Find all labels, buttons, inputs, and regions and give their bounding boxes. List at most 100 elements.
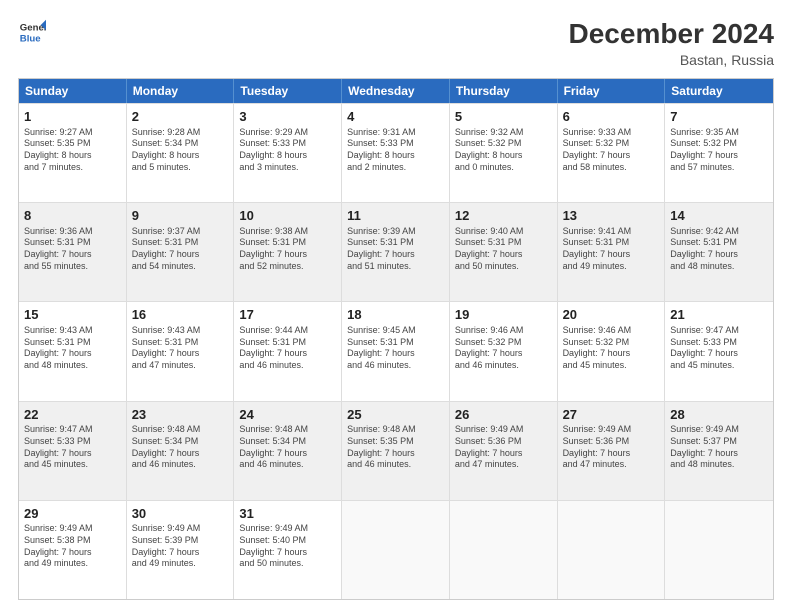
day-number: 10: [239, 207, 336, 225]
calendar-cell: [665, 501, 773, 599]
cell-details: Sunrise: 9:37 AMSunset: 5:31 PMDaylight:…: [132, 226, 229, 273]
calendar-cell: [450, 501, 558, 599]
cell-details: Sunrise: 9:48 AMSunset: 5:34 PMDaylight:…: [239, 424, 336, 471]
svg-text:Blue: Blue: [20, 34, 41, 45]
calendar-cell: 18Sunrise: 9:45 AMSunset: 5:31 PMDayligh…: [342, 302, 450, 400]
day-number: 19: [455, 306, 552, 324]
cell-details: Sunrise: 9:43 AMSunset: 5:31 PMDaylight:…: [24, 325, 121, 372]
calendar-cell: 7Sunrise: 9:35 AMSunset: 5:32 PMDaylight…: [665, 104, 773, 202]
day-number: 5: [455, 108, 552, 126]
day-number: 16: [132, 306, 229, 324]
cell-details: Sunrise: 9:49 AMSunset: 5:39 PMDaylight:…: [132, 523, 229, 570]
day-number: 8: [24, 207, 121, 225]
calendar-cell: 8Sunrise: 9:36 AMSunset: 5:31 PMDaylight…: [19, 203, 127, 301]
day-number: 21: [670, 306, 768, 324]
day-number: 1: [24, 108, 121, 126]
calendar-cell: 21Sunrise: 9:47 AMSunset: 5:33 PMDayligh…: [665, 302, 773, 400]
cell-details: Sunrise: 9:48 AMSunset: 5:34 PMDaylight:…: [132, 424, 229, 471]
cell-details: Sunrise: 9:48 AMSunset: 5:35 PMDaylight:…: [347, 424, 444, 471]
day-number: 31: [239, 505, 336, 523]
calendar-row: 15Sunrise: 9:43 AMSunset: 5:31 PMDayligh…: [19, 301, 773, 400]
calendar: SundayMondayTuesdayWednesdayThursdayFrid…: [18, 78, 774, 600]
weekday-header: Tuesday: [234, 79, 342, 103]
day-number: 25: [347, 406, 444, 424]
calendar-cell: 23Sunrise: 9:48 AMSunset: 5:34 PMDayligh…: [127, 402, 235, 500]
calendar-cell: 6Sunrise: 9:33 AMSunset: 5:32 PMDaylight…: [558, 104, 666, 202]
day-number: 29: [24, 505, 121, 523]
cell-details: Sunrise: 9:38 AMSunset: 5:31 PMDaylight:…: [239, 226, 336, 273]
calendar-cell: 2Sunrise: 9:28 AMSunset: 5:34 PMDaylight…: [127, 104, 235, 202]
title-block: December 2024 Bastan, Russia: [569, 18, 774, 68]
day-number: 26: [455, 406, 552, 424]
cell-details: Sunrise: 9:42 AMSunset: 5:31 PMDaylight:…: [670, 226, 768, 273]
calendar-cell: 11Sunrise: 9:39 AMSunset: 5:31 PMDayligh…: [342, 203, 450, 301]
calendar-header: SundayMondayTuesdayWednesdayThursdayFrid…: [19, 79, 773, 103]
calendar-cell: 17Sunrise: 9:44 AMSunset: 5:31 PMDayligh…: [234, 302, 342, 400]
cell-details: Sunrise: 9:43 AMSunset: 5:31 PMDaylight:…: [132, 325, 229, 372]
day-number: 24: [239, 406, 336, 424]
calendar-cell: 19Sunrise: 9:46 AMSunset: 5:32 PMDayligh…: [450, 302, 558, 400]
cell-details: Sunrise: 9:46 AMSunset: 5:32 PMDaylight:…: [455, 325, 552, 372]
calendar-cell: 5Sunrise: 9:32 AMSunset: 5:32 PMDaylight…: [450, 104, 558, 202]
calendar-cell: 14Sunrise: 9:42 AMSunset: 5:31 PMDayligh…: [665, 203, 773, 301]
weekday-header: Sunday: [19, 79, 127, 103]
cell-details: Sunrise: 9:49 AMSunset: 5:36 PMDaylight:…: [455, 424, 552, 471]
cell-details: Sunrise: 9:41 AMSunset: 5:31 PMDaylight:…: [563, 226, 660, 273]
calendar-cell: 20Sunrise: 9:46 AMSunset: 5:32 PMDayligh…: [558, 302, 666, 400]
weekday-header: Friday: [558, 79, 666, 103]
calendar-cell: 28Sunrise: 9:49 AMSunset: 5:37 PMDayligh…: [665, 402, 773, 500]
day-number: 20: [563, 306, 660, 324]
calendar-cell: 9Sunrise: 9:37 AMSunset: 5:31 PMDaylight…: [127, 203, 235, 301]
cell-details: Sunrise: 9:32 AMSunset: 5:32 PMDaylight:…: [455, 127, 552, 174]
cell-details: Sunrise: 9:28 AMSunset: 5:34 PMDaylight:…: [132, 127, 229, 174]
cell-details: Sunrise: 9:44 AMSunset: 5:31 PMDaylight:…: [239, 325, 336, 372]
day-number: 22: [24, 406, 121, 424]
day-number: 18: [347, 306, 444, 324]
calendar-row: 22Sunrise: 9:47 AMSunset: 5:33 PMDayligh…: [19, 401, 773, 500]
day-number: 27: [563, 406, 660, 424]
cell-details: Sunrise: 9:29 AMSunset: 5:33 PMDaylight:…: [239, 127, 336, 174]
calendar-cell: 15Sunrise: 9:43 AMSunset: 5:31 PMDayligh…: [19, 302, 127, 400]
cell-details: Sunrise: 9:49 AMSunset: 5:37 PMDaylight:…: [670, 424, 768, 471]
cell-details: Sunrise: 9:49 AMSunset: 5:36 PMDaylight:…: [563, 424, 660, 471]
day-number: 2: [132, 108, 229, 126]
calendar-cell: [558, 501, 666, 599]
day-number: 11: [347, 207, 444, 225]
cell-details: Sunrise: 9:31 AMSunset: 5:33 PMDaylight:…: [347, 127, 444, 174]
cell-details: Sunrise: 9:27 AMSunset: 5:35 PMDaylight:…: [24, 127, 121, 174]
cell-details: Sunrise: 9:33 AMSunset: 5:32 PMDaylight:…: [563, 127, 660, 174]
calendar-cell: 12Sunrise: 9:40 AMSunset: 5:31 PMDayligh…: [450, 203, 558, 301]
cell-details: Sunrise: 9:47 AMSunset: 5:33 PMDaylight:…: [24, 424, 121, 471]
cell-details: Sunrise: 9:35 AMSunset: 5:32 PMDaylight:…: [670, 127, 768, 174]
calendar-cell: 27Sunrise: 9:49 AMSunset: 5:36 PMDayligh…: [558, 402, 666, 500]
day-number: 3: [239, 108, 336, 126]
calendar-cell: 31Sunrise: 9:49 AMSunset: 5:40 PMDayligh…: [234, 501, 342, 599]
day-number: 23: [132, 406, 229, 424]
calendar-cell: 26Sunrise: 9:49 AMSunset: 5:36 PMDayligh…: [450, 402, 558, 500]
header: General Blue December 2024 Bastan, Russi…: [18, 18, 774, 68]
cell-details: Sunrise: 9:49 AMSunset: 5:40 PMDaylight:…: [239, 523, 336, 570]
calendar-cell: 13Sunrise: 9:41 AMSunset: 5:31 PMDayligh…: [558, 203, 666, 301]
weekday-header: Wednesday: [342, 79, 450, 103]
weekday-header: Thursday: [450, 79, 558, 103]
calendar-cell: 22Sunrise: 9:47 AMSunset: 5:33 PMDayligh…: [19, 402, 127, 500]
cell-details: Sunrise: 9:36 AMSunset: 5:31 PMDaylight:…: [24, 226, 121, 273]
calendar-cell: 4Sunrise: 9:31 AMSunset: 5:33 PMDaylight…: [342, 104, 450, 202]
logo: General Blue: [18, 18, 46, 46]
day-number: 28: [670, 406, 768, 424]
day-number: 13: [563, 207, 660, 225]
cell-details: Sunrise: 9:40 AMSunset: 5:31 PMDaylight:…: [455, 226, 552, 273]
calendar-cell: [342, 501, 450, 599]
location: Bastan, Russia: [569, 52, 774, 68]
cell-details: Sunrise: 9:46 AMSunset: 5:32 PMDaylight:…: [563, 325, 660, 372]
calendar-row: 29Sunrise: 9:49 AMSunset: 5:38 PMDayligh…: [19, 500, 773, 599]
page: General Blue December 2024 Bastan, Russi…: [0, 0, 792, 612]
calendar-body: 1Sunrise: 9:27 AMSunset: 5:35 PMDaylight…: [19, 103, 773, 599]
calendar-cell: 1Sunrise: 9:27 AMSunset: 5:35 PMDaylight…: [19, 104, 127, 202]
calendar-cell: 24Sunrise: 9:48 AMSunset: 5:34 PMDayligh…: [234, 402, 342, 500]
calendar-cell: 10Sunrise: 9:38 AMSunset: 5:31 PMDayligh…: [234, 203, 342, 301]
calendar-cell: 16Sunrise: 9:43 AMSunset: 5:31 PMDayligh…: [127, 302, 235, 400]
calendar-row: 8Sunrise: 9:36 AMSunset: 5:31 PMDaylight…: [19, 202, 773, 301]
cell-details: Sunrise: 9:49 AMSunset: 5:38 PMDaylight:…: [24, 523, 121, 570]
month-title: December 2024: [569, 18, 774, 50]
